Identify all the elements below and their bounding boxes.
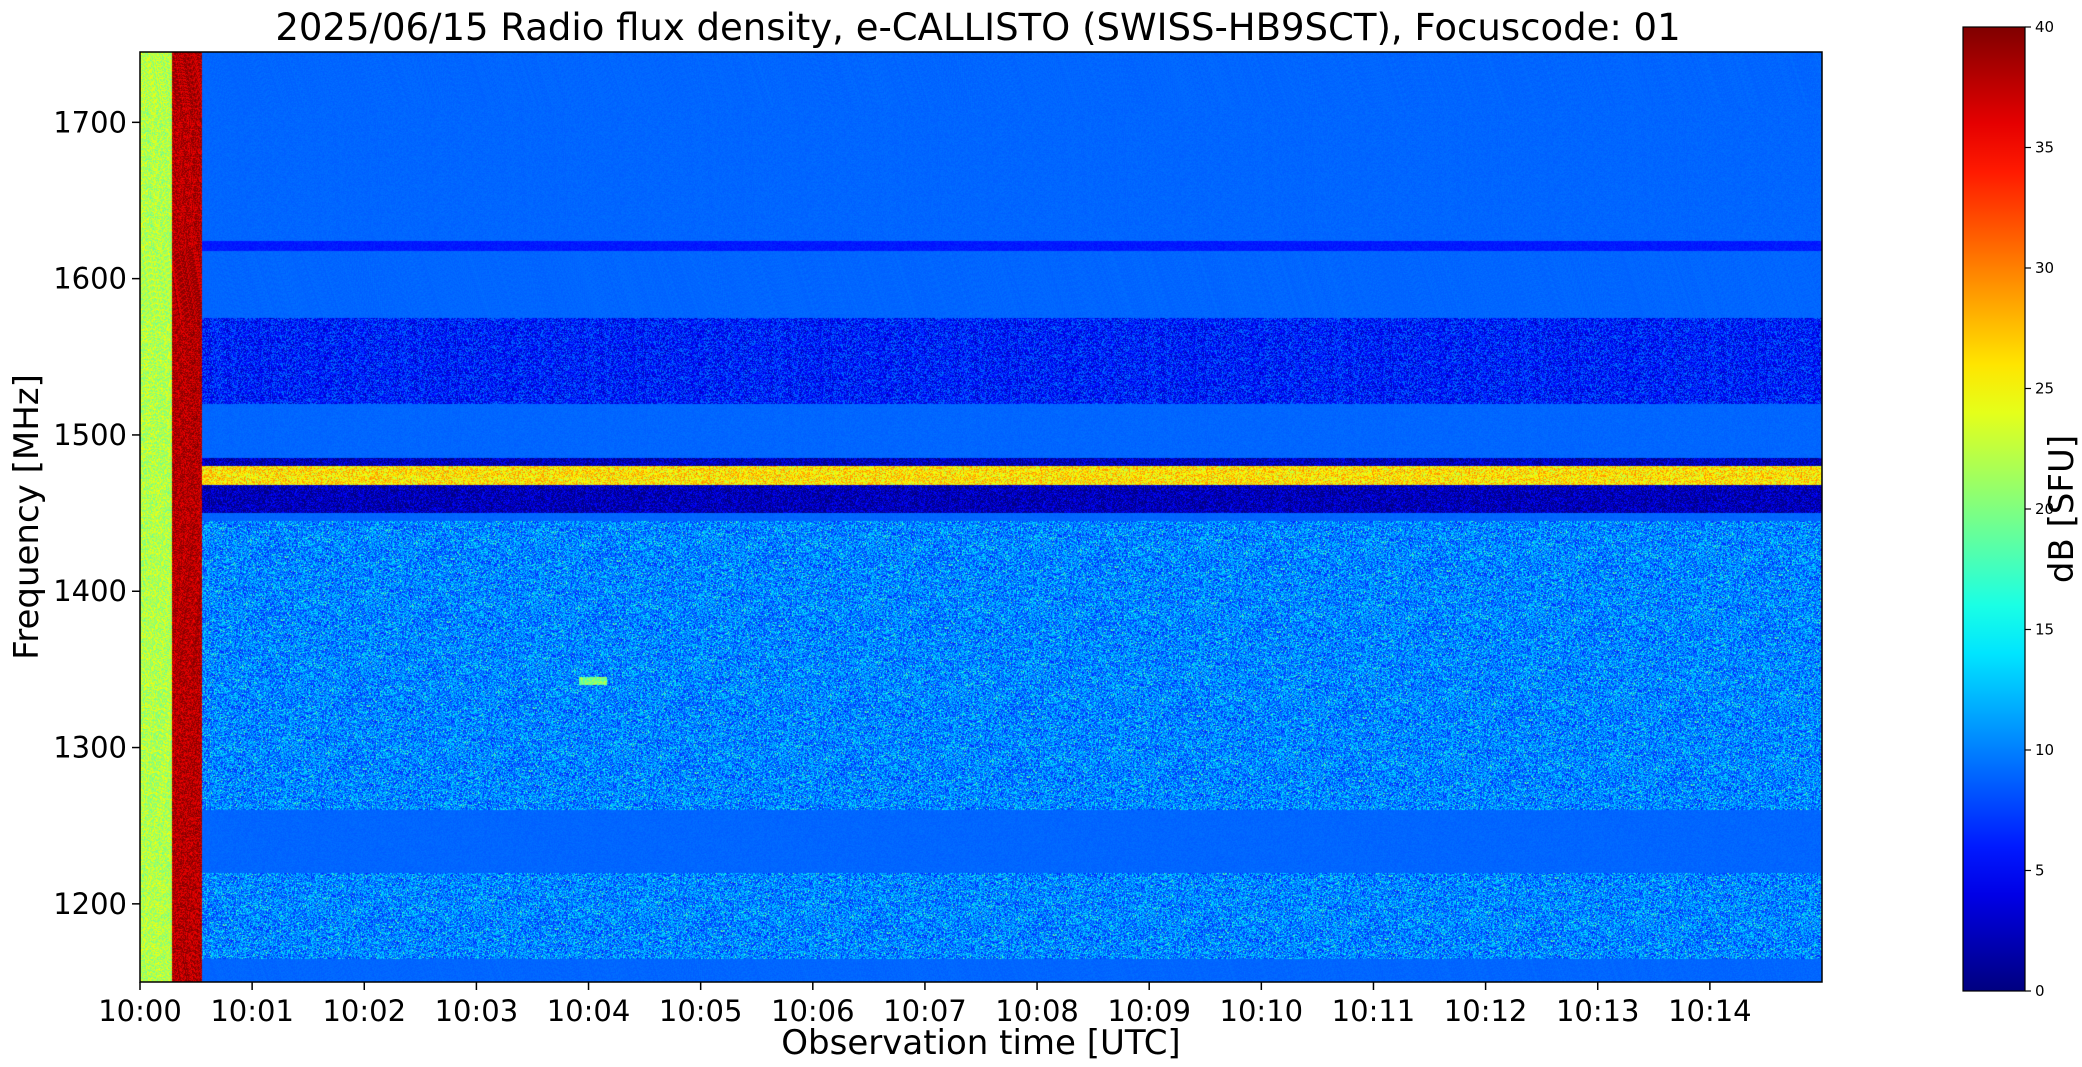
chart-title: 2025/06/15 Radio flux density, e-CALLIST…: [275, 6, 1680, 49]
x-tick-label: 10:00: [98, 994, 182, 1028]
y-tick-label: 1700: [53, 105, 127, 139]
x-tick-label: 10:01: [210, 994, 294, 1028]
y-axis-ticks: 1200 1300 1400 1500 1600 1700: [53, 105, 140, 921]
colorbar-tick-label: 25: [2035, 380, 2054, 398]
spectrogram-heatmap: [140, 52, 1822, 982]
colorbar-tick-label: 5: [2035, 862, 2045, 880]
colorbar-tick-label: 40: [2035, 18, 2054, 36]
x-axis-label: Observation time [UTC]: [781, 1023, 1180, 1063]
y-axis-label: Frequency [MHz]: [7, 374, 47, 660]
y-tick-label: 1400: [53, 574, 127, 608]
colorbar-label: dB [SFU]: [2042, 435, 2082, 583]
spectrogram-figure: 2025/06/15 Radio flux density, e-CALLIST…: [7, 6, 2082, 1063]
colorbar-tick-label: 15: [2035, 621, 2054, 639]
x-axis-ticks: 10:00 10:01 10:02 10:03 10:04 10:05 10:06 10:07…: [98, 982, 1752, 1028]
colorbar-gradient: [1963, 27, 2025, 991]
x-tick-label: 10:13: [1556, 994, 1640, 1028]
x-tick-label: 10:04: [547, 994, 631, 1028]
colorbar: 0510152025303540 dB [SFU]: [1962, 18, 2082, 1000]
y-tick-label: 1200: [53, 887, 127, 921]
x-tick-label: 10:11: [1332, 994, 1416, 1028]
x-tick-label: 10:03: [435, 994, 519, 1028]
x-tick-label: 10:14: [1668, 994, 1752, 1028]
colorbar-tick-label: 10: [2035, 741, 2054, 759]
x-tick-label: 10:12: [1444, 994, 1528, 1028]
plot-area: [139, 51, 1823, 983]
y-tick-label: 1500: [53, 418, 127, 452]
colorbar-tick-label: 0: [2035, 982, 2045, 1000]
y-tick-label: 1600: [53, 262, 127, 296]
x-tick-label: 10:05: [659, 994, 743, 1028]
x-tick-label: 10:02: [322, 994, 406, 1028]
x-tick-label: 10:10: [1220, 994, 1304, 1028]
colorbar-tick-label: 35: [2035, 139, 2054, 157]
colorbar-tick-label: 30: [2035, 259, 2054, 277]
y-tick-label: 1300: [53, 731, 127, 765]
